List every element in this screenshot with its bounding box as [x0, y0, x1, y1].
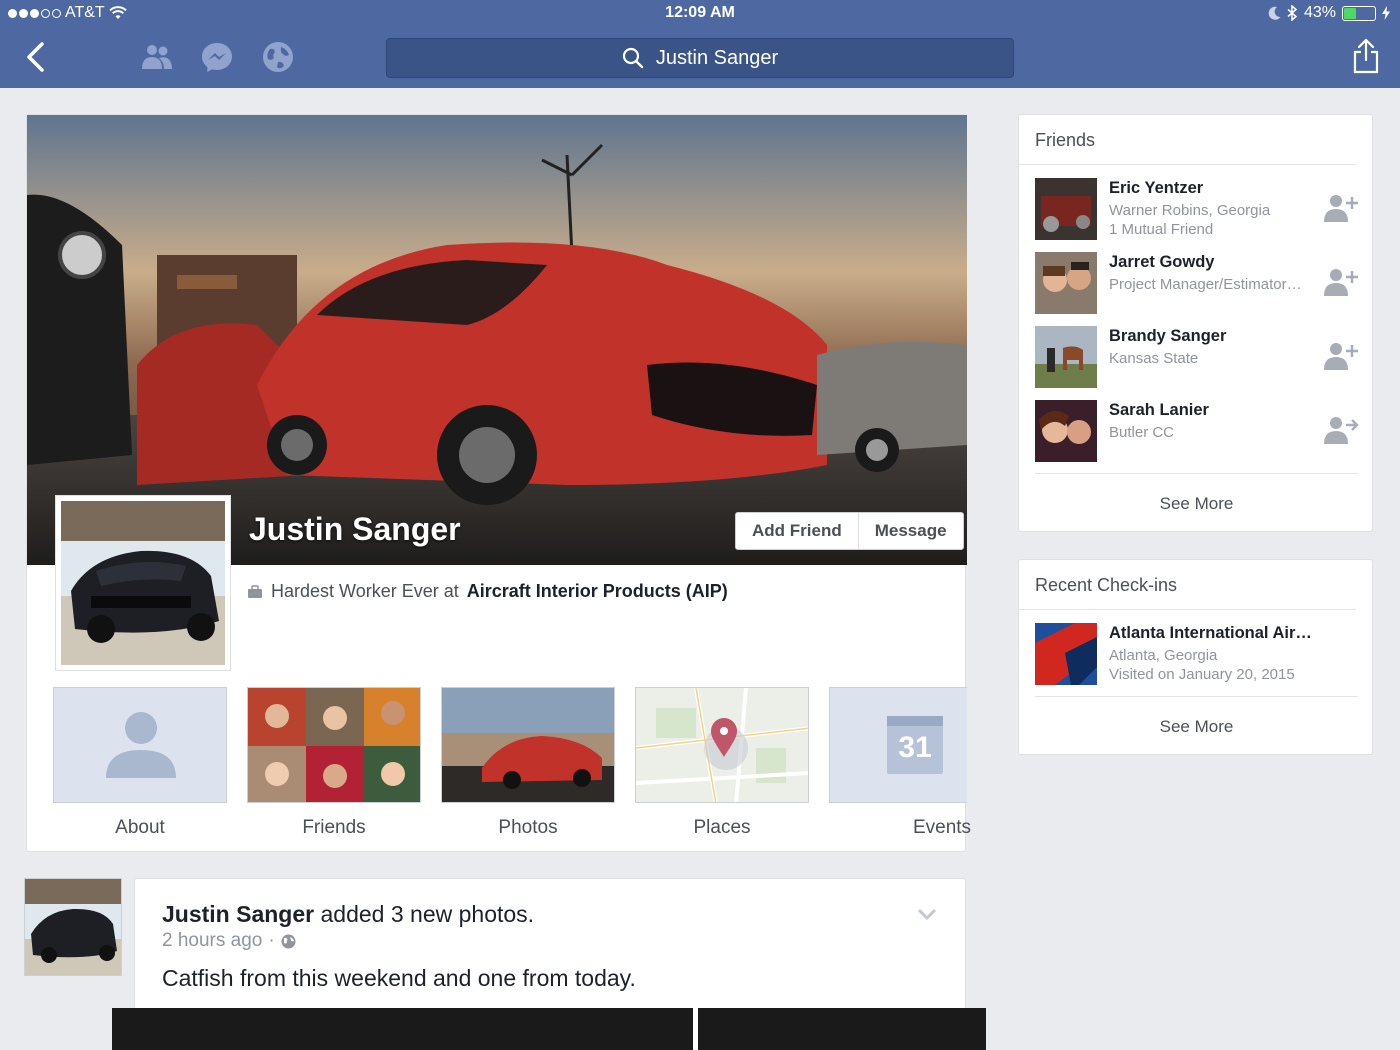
friend-item[interactable]: Brandy Sanger Kansas State: [1035, 326, 1359, 388]
friend-name[interactable]: Sarah Lanier: [1109, 401, 1209, 420]
friend-detail: Warner Robins, Georgia: [1109, 202, 1271, 219]
tile-label-about[interactable]: About: [53, 817, 227, 839]
battery-percent: 43%: [1303, 4, 1336, 21]
profile-name: Justin Sanger: [249, 511, 461, 547]
briefcase-icon: [248, 584, 262, 598]
friend-thumbnail: [1035, 400, 1097, 462]
status-right: 43%: [1268, 4, 1390, 22]
checkins-panel-title[interactable]: Recent Check-ins: [1019, 560, 1356, 610]
friend-thumbnail: [1035, 252, 1097, 314]
tile-about[interactable]: [53, 687, 227, 803]
moon-icon: [1268, 6, 1281, 20]
friend-name[interactable]: Jarret Gowdy: [1109, 253, 1214, 272]
friend-request-sent-icon[interactable]: [1323, 414, 1359, 446]
friend-thumbnail: [1035, 178, 1097, 240]
friend-name[interactable]: Brandy Sanger: [1109, 327, 1226, 346]
tile-label-friends[interactable]: Friends: [247, 817, 421, 839]
search-value: Justin Sanger: [655, 46, 779, 69]
friends-see-more-button[interactable]: See More: [1019, 494, 1374, 514]
post-meta: 2 hours ago ·: [162, 930, 296, 952]
add-friend-button[interactable]: Add Friend: [736, 513, 858, 549]
messenger-icon[interactable]: [200, 40, 234, 74]
post-author-avatar[interactable]: [24, 878, 122, 976]
post-author-name[interactable]: Justin Sanger: [162, 901, 314, 927]
friend-detail: Kansas State: [1109, 350, 1199, 367]
friend-detail: Project Manager/Estimator…: [1109, 276, 1302, 293]
friend-detail: 1 Mutual Friend: [1109, 221, 1214, 238]
profile-picture[interactable]: [55, 495, 231, 671]
checkin-name[interactable]: Atlanta International Air…: [1109, 624, 1312, 643]
work-prefix: Hardest Worker Ever at: [271, 581, 459, 601]
work-place[interactable]: Aircraft Interior Products (AIP): [467, 581, 728, 602]
map-pin-icon: [711, 718, 737, 757]
friend-item[interactable]: Jarret Gowdy Project Manager/Estimator…: [1035, 252, 1359, 314]
post-photo[interactable]: [112, 1008, 693, 1050]
post-time[interactable]: 2 hours ago: [162, 930, 262, 952]
friends-collage-image: [248, 688, 420, 802]
checkin-thumbnail: [1035, 623, 1097, 685]
post-action: added 3 new photos.: [320, 901, 535, 927]
post-meta-separator: ·: [268, 930, 275, 951]
tile-label-places[interactable]: Places: [635, 817, 809, 839]
profile-picture-image: [61, 501, 225, 665]
search-icon: [622, 47, 644, 69]
friends-panel: Friends Eric Yentzer Warner Robins, Geor…: [1018, 114, 1373, 532]
friend-item[interactable]: Sarah Lanier Butler CC: [1035, 400, 1359, 462]
battery-fill: [1344, 7, 1356, 19]
profile-card: Justin Sanger Add Friend Message Hardest…: [26, 114, 971, 852]
profile-tiles: About Friends Photos Places 31 Events: [53, 687, 971, 847]
share-icon[interactable]: [1352, 38, 1380, 74]
add-friend-icon[interactable]: [1323, 266, 1359, 298]
chevron-down-icon[interactable]: [917, 907, 937, 921]
clock: 12:09 AM: [665, 4, 735, 21]
friends-panel-title[interactable]: Friends: [1019, 115, 1356, 165]
post-author-avatar-image: [25, 879, 121, 975]
bluetooth-icon: [1287, 5, 1298, 21]
profile-actions: Add Friend Message: [735, 512, 964, 550]
charging-icon: [1382, 6, 1390, 20]
tile-places[interactable]: [635, 687, 809, 803]
checkins-see-more-button[interactable]: See More: [1019, 717, 1374, 737]
friends-icon[interactable]: [140, 40, 174, 74]
person-silhouette-icon: [106, 712, 176, 778]
public-globe-icon: [281, 934, 296, 948]
friend-name[interactable]: Eric Yentzer: [1109, 179, 1203, 198]
tile-friends[interactable]: [247, 687, 421, 803]
post-title: Justin Sanger added 3 new photos.: [162, 901, 534, 928]
add-friend-icon[interactable]: [1323, 192, 1359, 224]
photos-thumbnail-image: [442, 688, 614, 802]
calendar-day: 31: [898, 731, 932, 764]
message-button[interactable]: Message: [857, 513, 963, 549]
checkin-date: Visited on January 20, 2015: [1109, 666, 1295, 683]
top-bar: AT&T 12:09 AM 43% Justin Sanger: [0, 0, 1400, 88]
post-text: Catfish from this weekend and one from t…: [162, 965, 636, 991]
tile-label-photos[interactable]: Photos: [441, 817, 615, 839]
friend-detail: Butler CC: [1109, 424, 1175, 441]
add-friend-icon[interactable]: [1323, 340, 1359, 372]
post-photo[interactable]: [698, 1008, 986, 1050]
friend-thumbnail: [1035, 326, 1097, 388]
checkins-panel: Recent Check-ins Atlanta International A…: [1018, 559, 1373, 755]
checkin-item[interactable]: Atlanta International Air… Atlanta, Geor…: [1035, 623, 1359, 685]
tile-label-events[interactable]: Events: [855, 817, 1029, 839]
globe-icon[interactable]: [261, 40, 295, 74]
divider: [1035, 473, 1358, 474]
checkin-location: Atlanta, Georgia: [1109, 647, 1218, 664]
tile-events[interactable]: 31: [829, 687, 967, 803]
work-info: Hardest Worker Ever at Aircraft Interior…: [247, 581, 728, 602]
calendar-icon: 31: [887, 716, 943, 774]
tile-photos[interactable]: [441, 687, 615, 803]
divider: [1035, 696, 1358, 697]
status-bar: AT&T 12:09 AM 43%: [0, 0, 1400, 28]
battery-icon: [1342, 5, 1376, 21]
search-input[interactable]: Justin Sanger: [386, 38, 1014, 78]
friend-item[interactable]: Eric Yentzer Warner Robins, Georgia 1 Mu…: [1035, 178, 1359, 240]
calendar-header: [887, 716, 943, 726]
post-photos: [112, 1008, 986, 1050]
back-chevron-icon[interactable]: [22, 40, 52, 74]
